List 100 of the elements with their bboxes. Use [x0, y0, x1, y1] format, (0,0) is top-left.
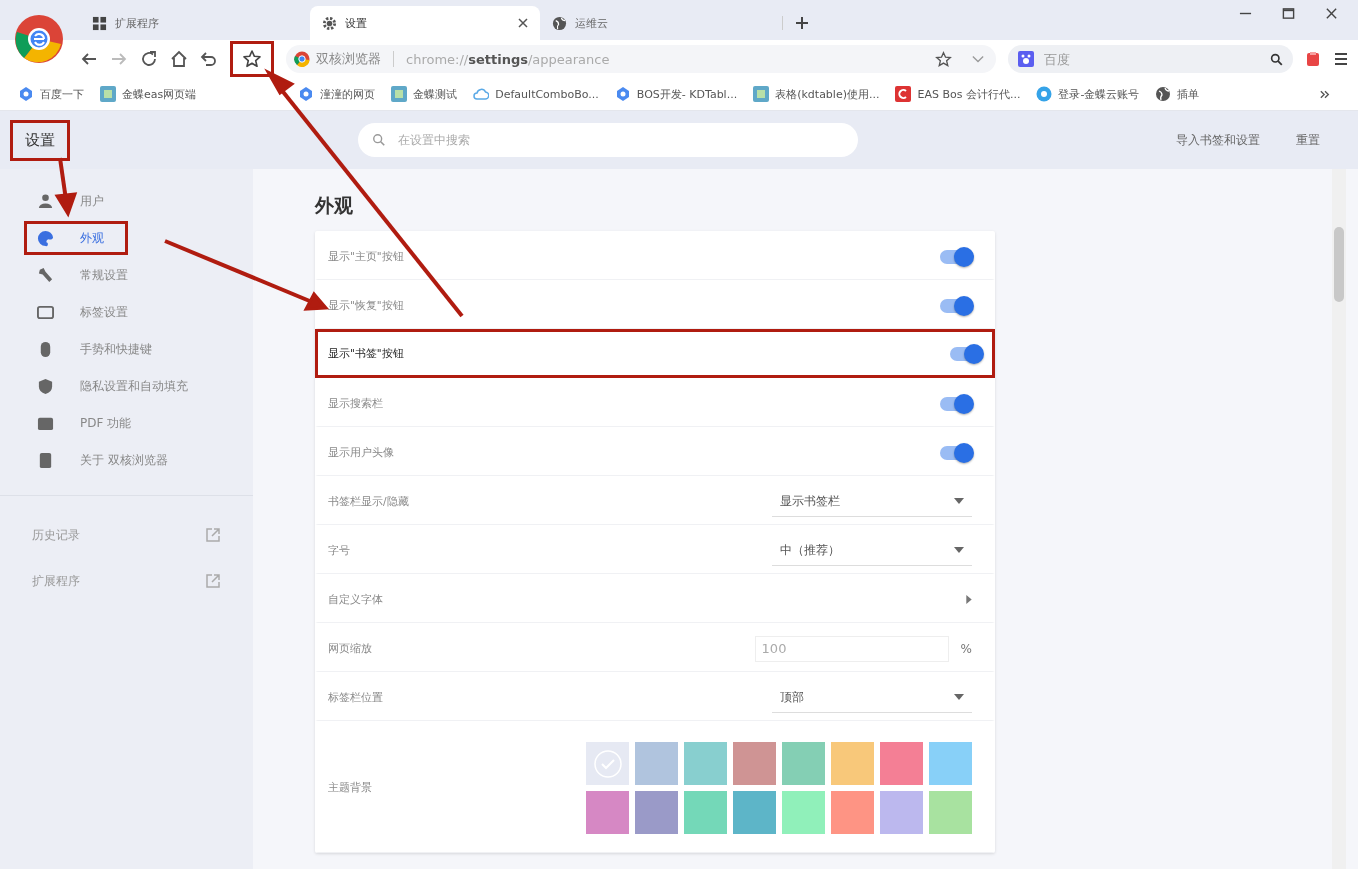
tile-icon	[391, 86, 408, 102]
dropdown[interactable]: 顶部	[772, 682, 972, 713]
setting-label: 显示用户头像	[328, 445, 394, 460]
star-icon[interactable]	[935, 50, 952, 68]
globe-icon	[1155, 86, 1172, 102]
setting-label: 显示"书签"按钮	[328, 346, 404, 361]
bookmark-item[interactable]: 百度一下	[18, 86, 84, 102]
theme-swatch[interactable]	[929, 742, 972, 785]
theme-swatch[interactable]	[586, 791, 629, 834]
bookmark-item[interactable]: 登录-金蝶云账号	[1036, 86, 1140, 102]
ring-icon	[1036, 86, 1053, 102]
theme-swatch[interactable]	[782, 742, 825, 785]
header-action-button[interactable]: 重置	[1288, 125, 1328, 155]
setting-label: 书签栏显示/隐藏	[328, 494, 409, 509]
bookmark-item[interactable]: EAS Bos 会计行代...	[895, 86, 1021, 102]
settings-search-field[interactable]: 在设置中搜索	[396, 132, 844, 148]
dropdown[interactable]: 中（推荐）	[772, 535, 972, 566]
chevron-down-icon[interactable]	[972, 55, 984, 63]
dropdown[interactable]: 显示书签栏	[772, 486, 972, 517]
shield-icon	[37, 377, 54, 395]
theme-swatch[interactable]	[684, 742, 727, 785]
bookmark-item[interactable]: 插单	[1155, 86, 1200, 102]
person-icon	[37, 192, 54, 210]
setting-label: 显示"恢复"按钮	[328, 298, 404, 313]
dropdown-arrow-icon	[954, 498, 964, 504]
setting-label: 自定义字体	[328, 592, 383, 607]
setting-label: 标签栏位置	[328, 690, 383, 705]
external-link-icon	[205, 527, 221, 543]
globe-icon	[552, 15, 567, 31]
reload-icon[interactable]	[140, 50, 158, 68]
theme-swatch[interactable]	[586, 742, 629, 785]
chevron-right-icon[interactable]	[966, 595, 972, 604]
theme-swatch[interactable]	[733, 742, 776, 785]
unit-label: %	[960, 641, 972, 656]
bookmark-star-button[interactable]	[230, 41, 274, 77]
search-box[interactable]: 百度	[1008, 45, 1293, 73]
site-name: 双核浏览器	[316, 50, 381, 68]
theme-swatch[interactable]	[635, 791, 678, 834]
bookmark-item[interactable]: 金蝶eas网页端	[100, 86, 197, 102]
extension-icon[interactable]	[1305, 51, 1321, 67]
tile-icon	[100, 86, 116, 102]
dropdown-arrow-icon	[954, 694, 964, 700]
external-link-icon	[205, 573, 221, 589]
more-bookmarks-icon[interactable]	[1320, 89, 1330, 99]
setting-label: 显示"主页"按钮	[328, 249, 404, 264]
wrench-icon	[37, 266, 54, 284]
settings-search-box[interactable]: 在设置中搜索	[358, 123, 858, 157]
browser-tab[interactable]: 扩展程序	[80, 6, 310, 40]
bookmark-item[interactable]: DefaultComboBo...	[473, 86, 599, 102]
theme-swatch[interactable]	[929, 791, 972, 834]
bookmark-item[interactable]: 潼潼的网页	[298, 86, 376, 102]
hexagon-icon	[298, 86, 315, 102]
rectangle-icon	[37, 303, 54, 321]
hexagon-icon	[614, 86, 631, 102]
toggle-switch[interactable]	[940, 445, 972, 460]
bookmark-item[interactable]: 表格(kdtable)使用...	[753, 86, 880, 102]
theme-swatch[interactable]	[831, 791, 874, 834]
theme-swatch[interactable]	[782, 791, 825, 834]
zoom-input[interactable]: 100	[754, 635, 949, 662]
bookmark-item[interactable]: 金蝶测试	[391, 86, 458, 102]
header-action-button[interactable]: 导入书签和设置	[1168, 125, 1268, 155]
browser-tab[interactable]: 设置	[310, 6, 540, 40]
site-icon	[294, 51, 310, 67]
setting-label: 主题背景	[328, 781, 372, 795]
url-text: chrome://settings/appearance	[406, 51, 611, 67]
theme-swatch[interactable]	[880, 791, 923, 834]
check-icon	[592, 748, 623, 779]
browser-tab[interactable]: 运维云	[540, 6, 770, 40]
grid-icon	[92, 15, 107, 31]
bookmark-item[interactable]: BOS开发- KDTabl...	[614, 86, 738, 102]
star-icon	[242, 49, 262, 69]
theme-swatch[interactable]	[684, 791, 727, 834]
maximize-icon[interactable]	[1282, 6, 1295, 20]
theme-swatch[interactable]	[880, 742, 923, 785]
hexagon-icon	[18, 86, 34, 102]
menu-icon[interactable]	[1333, 51, 1349, 67]
close-icon[interactable]	[1325, 6, 1338, 20]
theme-swatch[interactable]	[635, 742, 678, 785]
dropdown-arrow-icon	[954, 547, 964, 553]
search-icon	[372, 133, 386, 147]
address-bar[interactable]: 双核浏览器 chrome://settings/appearance	[286, 45, 996, 73]
theme-swatch[interactable]	[831, 742, 874, 785]
search-field[interactable]: 百度	[1042, 50, 1262, 68]
section-title: 外观	[315, 193, 354, 218]
close-icon[interactable]	[518, 18, 528, 28]
clipboard-icon	[37, 451, 54, 469]
undo-icon[interactable]	[200, 50, 218, 68]
search-icon[interactable]	[1270, 52, 1283, 66]
setting-label: 字号	[328, 543, 350, 558]
toggle-switch[interactable]	[940, 249, 972, 264]
toggle-switch[interactable]	[950, 346, 982, 361]
theme-swatch[interactable]	[733, 791, 776, 834]
toggle-switch[interactable]	[940, 298, 972, 313]
setting-label: 网页缩放	[328, 641, 372, 656]
scrollbar[interactable]	[1332, 169, 1346, 869]
new-tab-icon[interactable]	[782, 16, 809, 30]
sidebar-item[interactable]: 外观	[24, 221, 128, 255]
tile-icon	[753, 86, 770, 102]
home-icon[interactable]	[170, 50, 188, 68]
toggle-switch[interactable]	[940, 396, 972, 411]
